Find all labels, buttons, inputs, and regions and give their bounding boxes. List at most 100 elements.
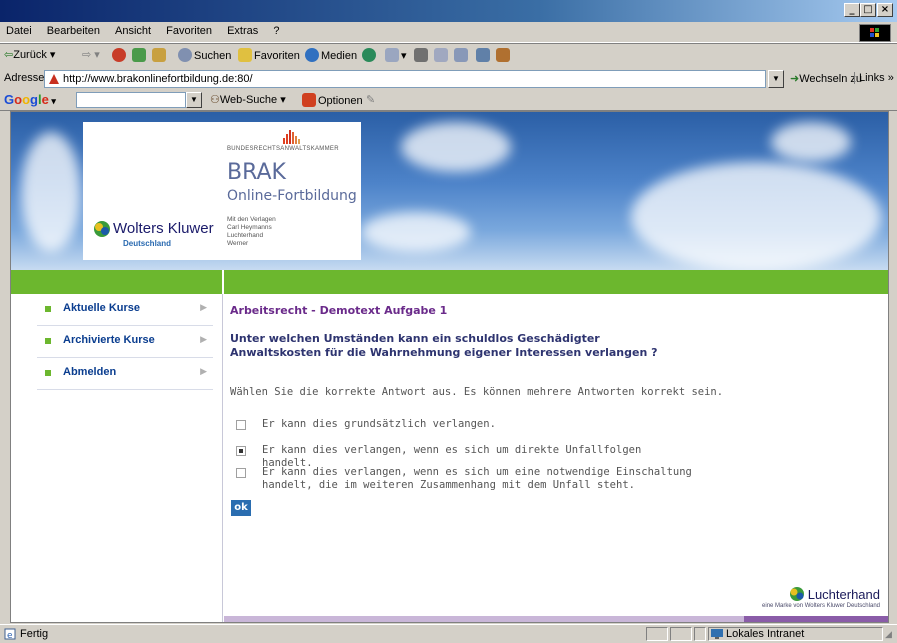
intranet-icon (711, 629, 723, 639)
web-search-button[interactable]: ⚇Web-Suche ▾ (210, 93, 286, 106)
status-cell (694, 627, 706, 641)
address-input[interactable]: http://www.brakonlinefortbildung.de:80/ (44, 70, 766, 88)
home-icon (152, 48, 166, 62)
question-text: Unter welchen Umständen kann ein schuldl… (230, 332, 658, 359)
media-button[interactable]: Medien (305, 48, 357, 62)
header-cloud (401, 122, 511, 172)
brak-org-name: BUNDESRECHTSANWALTSKAMMER (227, 146, 339, 152)
windows-logo-icon (859, 24, 891, 42)
answer-checkbox[interactable] (236, 446, 246, 456)
answer-checkbox[interactable] (236, 468, 246, 478)
options-button[interactable]: Optionen (302, 93, 363, 107)
messenger-icon (496, 48, 510, 62)
brak-subtitle: Online-Fortbildung (227, 188, 357, 204)
luchterhand-name: Luchterhand (807, 587, 880, 602)
page-icon (48, 73, 60, 85)
forward-button[interactable]: ⇨ ▾ (82, 48, 100, 61)
wolters-kluwer-name: Wolters Kluwer (113, 220, 214, 237)
sidebar-item-archivierte-kurse[interactable]: Archivierte Kurse ▶ (37, 326, 213, 358)
history-button[interactable] (362, 48, 378, 62)
sidebar: Aktuelle Kurse ▶ Archivierte Kurse ▶ Abm… (11, 294, 223, 622)
site-header: Wolters Kluwer Deutschland BUNDESRECHTSA… (11, 112, 888, 270)
refresh-button[interactable] (132, 48, 148, 62)
highlight-icon[interactable]: ✎ (366, 93, 375, 106)
favorites-button[interactable]: Favoriten (238, 48, 300, 62)
standard-toolbar: ⇦Zurück ▾ ⇨ ▾ Suchen Favoriten Medien ▾ (0, 43, 897, 69)
go-button[interactable]: ➜Wechseln zu (790, 72, 862, 85)
header-cloud (631, 162, 881, 270)
google-letter: e (41, 92, 49, 107)
edit-button[interactable] (434, 48, 450, 62)
search-button[interactable]: Suchen (178, 48, 231, 62)
wolters-kluwer-icon (93, 220, 111, 238)
binoculars-icon: ⚇ (210, 94, 220, 106)
menu-help[interactable]: ? (267, 22, 285, 37)
mail-button[interactable]: ▾ (385, 48, 407, 62)
edit-icon (434, 48, 448, 62)
status-cell (646, 627, 668, 641)
menu-ansicht[interactable]: Ansicht (109, 22, 157, 37)
stop-button[interactable] (112, 48, 128, 62)
google-logo[interactable]: Google ▾ (4, 92, 56, 107)
header-cloud (361, 212, 471, 252)
brak-logo[interactable]: BUNDESRECHTSANWALTSKAMMER BRAK Online-Fo… (223, 122, 361, 260)
sidebar-item-label: Abmelden (63, 366, 117, 378)
mail-icon (385, 48, 399, 62)
wolters-kluwer-logo[interactable]: Wolters Kluwer Deutschland (83, 122, 223, 260)
links-button[interactable]: Links » (854, 72, 894, 84)
status-bar: e Fertig Lokales Intranet ◢ (0, 624, 897, 643)
address-dropdown-button[interactable]: ▼ (768, 70, 784, 88)
google-toolbar: Google ▾ ▼ ⚇Web-Suche ▾ Optionen ✎ (0, 90, 897, 111)
discuss-button[interactable] (454, 48, 470, 62)
address-label: Adresse (4, 72, 45, 84)
sidebar-item-aktuelle-kurse[interactable]: Aktuelle Kurse ▶ (37, 294, 213, 326)
google-search-dropdown[interactable]: ▼ (186, 92, 202, 108)
sidebar-item-abmelden[interactable]: Abmelden ▶ (37, 358, 213, 390)
menu-datei[interactable]: Datei (0, 22, 38, 37)
green-bar-divider (222, 270, 224, 294)
resize-grip-icon[interactable]: ◢ (885, 629, 892, 640)
refresh-icon (132, 48, 146, 62)
print-button[interactable] (414, 48, 430, 62)
publisher-line: Luchterhand (227, 232, 264, 239)
close-button[interactable]: × (877, 3, 893, 17)
menu-bearbeiten[interactable]: Bearbeiten (41, 22, 106, 37)
luchterhand-brand[interactable]: Luchterhand eine Marke von Wolters Kluwe… (762, 586, 880, 609)
wolters-kluwer-country: Deutschland (123, 239, 172, 248)
window-title-bar: _ □ × (0, 0, 897, 22)
back-button[interactable]: ⇦Zurück ▾ (4, 48, 55, 61)
bullet-square-icon (45, 306, 51, 312)
answer-checkbox[interactable] (236, 420, 246, 430)
brak-bars-icon (283, 128, 303, 144)
sidebar-item-label: Aktuelle Kurse (63, 302, 141, 314)
sidebar-item-label: Archivierte Kurse (63, 334, 155, 346)
instruction-text: Wählen Sie die korrekte Antwort aus. Es … (230, 386, 724, 398)
security-zone: Lokales Intranet (708, 627, 883, 641)
chevron-right-icon: ▶ (200, 302, 207, 312)
maximize-button[interactable]: □ (860, 3, 876, 17)
green-nav-bar (11, 270, 888, 294)
right-frame-edge (889, 111, 897, 623)
print-icon (414, 48, 428, 62)
ie-page-icon: e (4, 628, 16, 641)
google-search-input[interactable] (76, 92, 186, 108)
header-cloud (21, 132, 81, 252)
answer-label: Er kann dies grundsätzlich verlangen. (262, 418, 496, 430)
history-icon (362, 48, 376, 62)
chevron-right-icon: ▶ (200, 334, 207, 344)
status-cell (670, 627, 692, 641)
menu-extras[interactable]: Extras (221, 22, 264, 37)
minimize-button[interactable]: _ (844, 3, 860, 17)
menu-favoriten[interactable]: Favoriten (160, 22, 218, 37)
publisher-line: Carl Heymanns (227, 224, 272, 231)
back-arrow-icon: ⇦ (4, 49, 14, 61)
home-button[interactable] (152, 48, 168, 62)
search-icon (178, 48, 192, 62)
messenger-button[interactable] (496, 48, 512, 62)
main-content: Arbeitsrecht - Demotext Aufgabe 1 Unter … (224, 294, 888, 622)
publisher-list: Mit den Verlagen Carl Heymanns Luchterha… (227, 216, 276, 248)
forward-arrow-icon: ⇨ (82, 49, 92, 61)
research-button[interactable] (476, 48, 492, 62)
ok-button[interactable]: ok (231, 500, 251, 516)
bullet-square-icon (45, 370, 51, 376)
